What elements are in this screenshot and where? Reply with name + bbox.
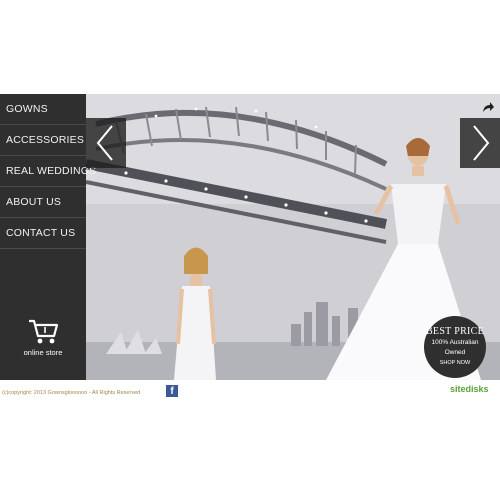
nav-item-accessories[interactable]: ACCESSORIES <box>0 125 86 156</box>
online-store-button[interactable]: online store <box>0 316 86 357</box>
copyright-text: (c)copyright: 2013 Gownsgloooooo - All R… <box>2 390 141 396</box>
slider-next-button[interactable] <box>460 118 500 168</box>
nav-item-gowns[interactable]: GOWNS <box>0 94 86 125</box>
badge-title: BEST PRICE <box>425 326 485 337</box>
share-icon[interactable] <box>481 100 495 114</box>
chevron-left-icon <box>86 118 126 168</box>
badge-subtitle-line2: Owned <box>444 349 466 356</box>
shop-now-link[interactable]: SHOP NOW <box>424 360 486 366</box>
nav-item-contact-us[interactable]: CONTACT US <box>0 218 86 249</box>
nav-item-real-weddings[interactable]: REAL WEDDINGS <box>0 156 96 187</box>
sidebar-nav: GOWNS ACCESSORIES REAL WEDDINGS ABOUT US… <box>0 94 96 380</box>
online-store-label: online store <box>23 348 63 357</box>
chevron-right-icon <box>460 118 500 168</box>
best-price-badge[interactable]: BEST PRICE 100% Australian Owned SHOP NO… <box>424 316 486 378</box>
nav-item-about-us[interactable]: ABOUT US <box>0 187 86 218</box>
sitedisks-logo[interactable]: sitedisks <box>450 384 489 394</box>
facebook-icon[interactable]: f <box>166 385 178 397</box>
slider-prev-button[interactable] <box>86 118 126 168</box>
shopping-cart-icon <box>0 316 86 346</box>
badge-subtitle-line1: 100% Australian <box>431 339 479 346</box>
